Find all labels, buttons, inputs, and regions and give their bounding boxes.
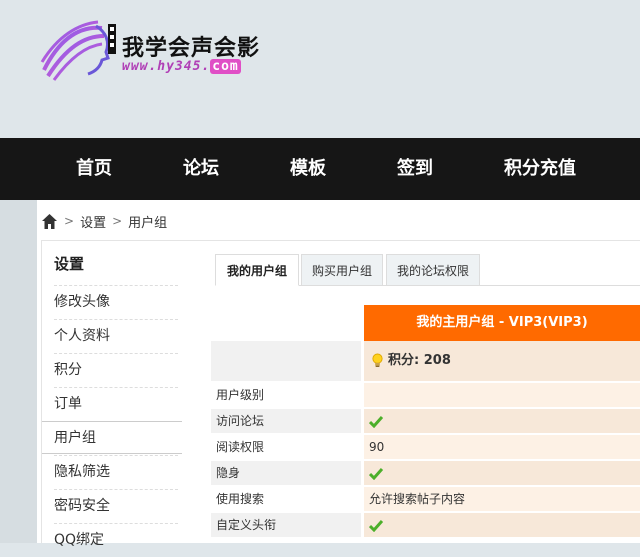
credit-value-cell: 积分: 208	[364, 341, 640, 381]
table-row: 用户级别	[211, 383, 640, 407]
credit-text: 积分: 208	[388, 353, 451, 368]
logo-title: 我学会声会影	[122, 36, 261, 61]
left-strip	[0, 200, 37, 543]
logo-url-main: www.hy345.	[122, 59, 211, 74]
sidebar-item-usergroup[interactable]: 用户组	[42, 421, 182, 454]
logo-url: www.hy345. com	[122, 59, 241, 74]
row-label: 自定义头衔	[211, 513, 361, 537]
main-nav: 首页 论坛 模板 签到 积分充值	[0, 138, 640, 200]
sidebar-item-password[interactable]: 密码安全	[54, 489, 178, 523]
table-row: 访问论坛	[211, 409, 640, 433]
lightbulb-icon	[372, 353, 383, 367]
settings-sidebar: 设置 修改头像 个人资料 积分 订单 用户组 隐私筛选 密码安全 QQ绑定	[41, 241, 182, 548]
sidebar-item-orders[interactable]: 订单	[54, 387, 178, 421]
nav-item-forum[interactable]: 论坛	[165, 138, 237, 200]
row-value	[364, 409, 640, 433]
sidebar-item-privacy[interactable]: 隐私筛选	[54, 455, 178, 489]
tab-my-usergroup[interactable]: 我的用户组	[215, 254, 299, 286]
nav-item-recharge[interactable]: 积分充值	[494, 138, 586, 200]
nav-item-checkin[interactable]: 签到	[379, 138, 451, 200]
row-label: 隐身	[211, 461, 361, 485]
table-row: 阅读权限 90	[211, 435, 640, 459]
breadcrumb-usergroup[interactable]: 用户组	[128, 212, 167, 231]
sidebar-title: 设置	[54, 255, 85, 273]
row-value: 90	[364, 435, 640, 459]
row-label: 访问论坛	[211, 409, 361, 433]
group-header: 我的主用户组 - VIP3(VIP3)	[364, 305, 640, 341]
home-icon[interactable]	[41, 213, 58, 230]
row-value	[364, 461, 640, 485]
row-label: 用户级别	[216, 388, 265, 402]
check-icon	[369, 519, 383, 532]
table-row: 使用搜索 允许搜索帖子内容	[211, 487, 640, 511]
breadcrumb-separator: >	[64, 214, 75, 228]
table-row: 自定义头衔	[211, 513, 640, 537]
tab-forum-permissions[interactable]: 我的论坛权限	[386, 254, 480, 286]
check-icon	[369, 467, 383, 480]
logo-url-tld: com	[210, 59, 241, 74]
site-logo[interactable]: 我学会声会影 www.hy345. com	[40, 18, 280, 82]
credit-label-cell	[211, 341, 361, 381]
row-label: 阅读权限	[216, 440, 265, 454]
breadcrumb-separator: >	[112, 214, 123, 228]
site-header: 我学会声会影 www.hy345. com	[0, 0, 640, 138]
sidebar-item-profile[interactable]: 个人资料	[54, 319, 178, 353]
row-label: 使用搜索	[216, 492, 265, 506]
credit-row: 积分: 208	[211, 341, 640, 381]
row-value	[364, 383, 640, 407]
breadcrumb: > 设置 > 用户组	[41, 210, 167, 232]
sidebar-item-qq[interactable]: QQ绑定	[54, 523, 178, 557]
sidebar-item-credits[interactable]: 积分	[54, 353, 178, 387]
table-row: 隐身	[211, 461, 640, 485]
tab-buy-usergroup[interactable]: 购买用户组	[301, 254, 383, 286]
breadcrumb-settings[interactable]: 设置	[80, 212, 106, 231]
sidebar-item-avatar[interactable]: 修改头像	[54, 285, 178, 319]
row-value: 允许搜索帖子内容	[364, 487, 640, 511]
main-content: > 设置 > 用户组 设置 修改头像 个人资料 积分 订单 用户组 隐私筛选 密…	[37, 200, 640, 548]
nav-item-home[interactable]: 首页	[58, 138, 130, 200]
logo-face-icon	[40, 20, 116, 81]
row-value	[364, 513, 640, 537]
nav-item-templates[interactable]: 模板	[272, 138, 344, 200]
check-icon	[369, 415, 383, 428]
